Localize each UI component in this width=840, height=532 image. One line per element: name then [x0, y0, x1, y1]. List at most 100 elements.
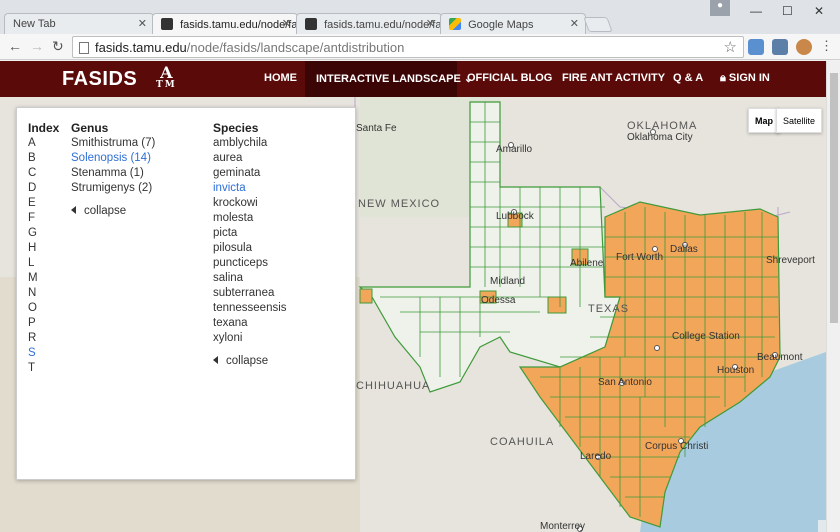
nav-fire-ant-activity[interactable]: FIRE ANT ACTIVITY: [562, 61, 665, 97]
back-arrow-icon[interactable]: ←: [8, 38, 22, 54]
species-filter-panel: Index A B C D E F G H L M N O P R S T Ge…: [16, 107, 356, 480]
nav-home[interactable]: HOME: [264, 61, 297, 97]
species-item[interactable]: picta: [213, 226, 287, 241]
browser-tab-strip: New Tab ✕ fasids.tamu.edu/node/fasi ✕ fa…: [0, 0, 840, 34]
index-letter[interactable]: P: [28, 316, 38, 331]
index-list: A B C D E F G H L M N O P R S T: [28, 136, 38, 376]
species-item[interactable]: texana: [213, 316, 287, 331]
tab-fasids-active[interactable]: fasids.tamu.edu/node/fasi ✕: [152, 13, 298, 34]
index-letter-selected[interactable]: S: [28, 346, 38, 361]
scrollbar-thumb[interactable]: [830, 73, 838, 323]
map-label-beaumont: Beaumont: [757, 352, 803, 363]
index-letter[interactable]: R: [28, 331, 38, 346]
species-item[interactable]: subterranea: [213, 286, 287, 301]
tab-new-tab[interactable]: New Tab ✕: [4, 13, 154, 34]
texas-am-logo: A TM: [156, 65, 177, 91]
genus-item[interactable]: Smithistruma (7): [71, 136, 155, 151]
url-host: fasids.tamu.edu: [95, 40, 187, 55]
index-letter[interactable]: D: [28, 181, 38, 196]
species-heading: Species: [213, 121, 259, 135]
map-label-fort-worth: Fort Worth: [616, 252, 664, 263]
genus-collapse-button[interactable]: collapse: [71, 205, 126, 217]
index-letter[interactable]: N: [28, 286, 38, 301]
tv-favicon-icon: [305, 18, 317, 30]
map-label-oklahoma-city: Oklahoma City: [627, 132, 693, 143]
species-item[interactable]: pilosula: [213, 241, 287, 256]
nav-qa[interactable]: Q & A: [673, 61, 703, 97]
index-letter[interactable]: F: [28, 211, 38, 226]
map-type-satellite-button[interactable]: Satellite: [776, 108, 823, 133]
map-label-san-antonio: San Antonio: [598, 377, 652, 388]
species-item[interactable]: puncticeps: [213, 256, 287, 271]
index-letter[interactable]: H: [28, 241, 38, 256]
site-logo[interactable]: FASIDS: [62, 68, 137, 91]
index-letter[interactable]: A: [28, 136, 38, 151]
species-item[interactable]: tennesseensis: [213, 301, 287, 316]
tab-close-icon[interactable]: ✕: [138, 17, 147, 30]
profile-icon[interactable]: ●: [710, 0, 730, 16]
tab-title: Google Maps: [468, 19, 534, 31]
menu-icon[interactable]: ⋮: [820, 38, 833, 54]
site-navbar: FASIDS A TM HOME INTERACTIVE LANDSCAPE ⌄…: [0, 61, 826, 97]
minimize-icon[interactable]: —: [750, 4, 762, 18]
species-collapse-button[interactable]: collapse: [213, 355, 268, 367]
page-scrollbar[interactable]: [826, 61, 840, 532]
nav-sign-in[interactable]: 🔒︎ SIGN IN: [720, 61, 770, 97]
collapse-label: collapse: [84, 205, 127, 217]
genus-item[interactable]: Stenamma (1): [71, 166, 155, 181]
tab-close-icon[interactable]: ✕: [282, 17, 291, 30]
map-label-midland: Midland: [490, 276, 526, 287]
cookie-extension-icon[interactable]: [796, 39, 812, 55]
index-letter[interactable]: L: [28, 256, 38, 271]
index-letter[interactable]: M: [28, 271, 38, 286]
tab-close-icon[interactable]: ✕: [426, 17, 435, 30]
species-item[interactable]: salina: [213, 271, 287, 286]
species-item[interactable]: xyloni: [213, 331, 287, 346]
index-letter[interactable]: C: [28, 166, 38, 181]
maximize-icon[interactable]: ☐: [782, 4, 793, 18]
index-letter[interactable]: O: [28, 301, 38, 316]
genus-item-selected[interactable]: Solenopsis (14): [71, 151, 155, 166]
atm-logo-tm: TM: [156, 80, 177, 90]
map-label-laredo: Laredo: [580, 451, 612, 462]
index-letter[interactable]: B: [28, 151, 38, 166]
index-letter[interactable]: E: [28, 196, 38, 211]
map-label-monterrey: Monterrey: [540, 521, 586, 532]
collapse-label: collapse: [226, 355, 269, 367]
nav-official-blog[interactable]: OFFICIAL BLOG: [467, 61, 552, 97]
infested-county: [359, 288, 373, 304]
google-maps-favicon-icon: [449, 18, 461, 30]
close-window-icon[interactable]: ✕: [814, 4, 824, 18]
nav-interactive-landscape[interactable]: INTERACTIVE LANDSCAPE ⌄: [305, 61, 473, 97]
index-letter[interactable]: G: [28, 226, 38, 241]
reload-icon[interactable]: ↻: [52, 38, 64, 55]
genus-item[interactable]: Strumigenys (2): [71, 181, 155, 196]
species-item[interactable]: molesta: [213, 211, 287, 226]
caret-left-icon: [71, 206, 76, 214]
species-item[interactable]: krockowi: [213, 196, 287, 211]
species-item-selected[interactable]: invicta: [213, 181, 287, 196]
map-footer: [818, 520, 826, 532]
species-item[interactable]: amblychila: [213, 136, 287, 151]
tab-fasids[interactable]: fasids.tamu.edu/node/fasi ✕: [296, 13, 442, 34]
forward-arrow-icon[interactable]: →: [30, 38, 44, 54]
genus-list: Smithistruma (7) Solenopsis (14) Stenamm…: [71, 136, 155, 196]
species-item[interactable]: aurea: [213, 151, 287, 166]
nav-label: INTERACTIVE LANDSCAPE: [316, 73, 461, 85]
tab-google-maps[interactable]: Google Maps ✕: [440, 13, 586, 34]
camera-extension-icon[interactable]: [748, 39, 764, 55]
bookmark-star-icon[interactable]: ☆: [724, 38, 737, 56]
address-bar[interactable]: fasids.tamu.edu/node/fasids/landscape/an…: [72, 36, 744, 58]
index-letter[interactable]: T: [28, 361, 38, 376]
new-tab-button[interactable]: [583, 17, 613, 32]
page-icon: [79, 42, 89, 54]
map-label-abilene: Abilene: [570, 258, 604, 269]
eyedropper-extension-icon[interactable]: [772, 39, 788, 55]
tab-close-icon[interactable]: ✕: [570, 17, 579, 30]
tab-title: New Tab: [13, 18, 56, 30]
species-item[interactable]: geminata: [213, 166, 287, 181]
map-label-texas: TEXAS: [588, 303, 630, 315]
genus-heading: Genus: [71, 121, 109, 135]
map-label-dallas: Dallas: [670, 244, 698, 255]
infested-county: [547, 296, 567, 314]
